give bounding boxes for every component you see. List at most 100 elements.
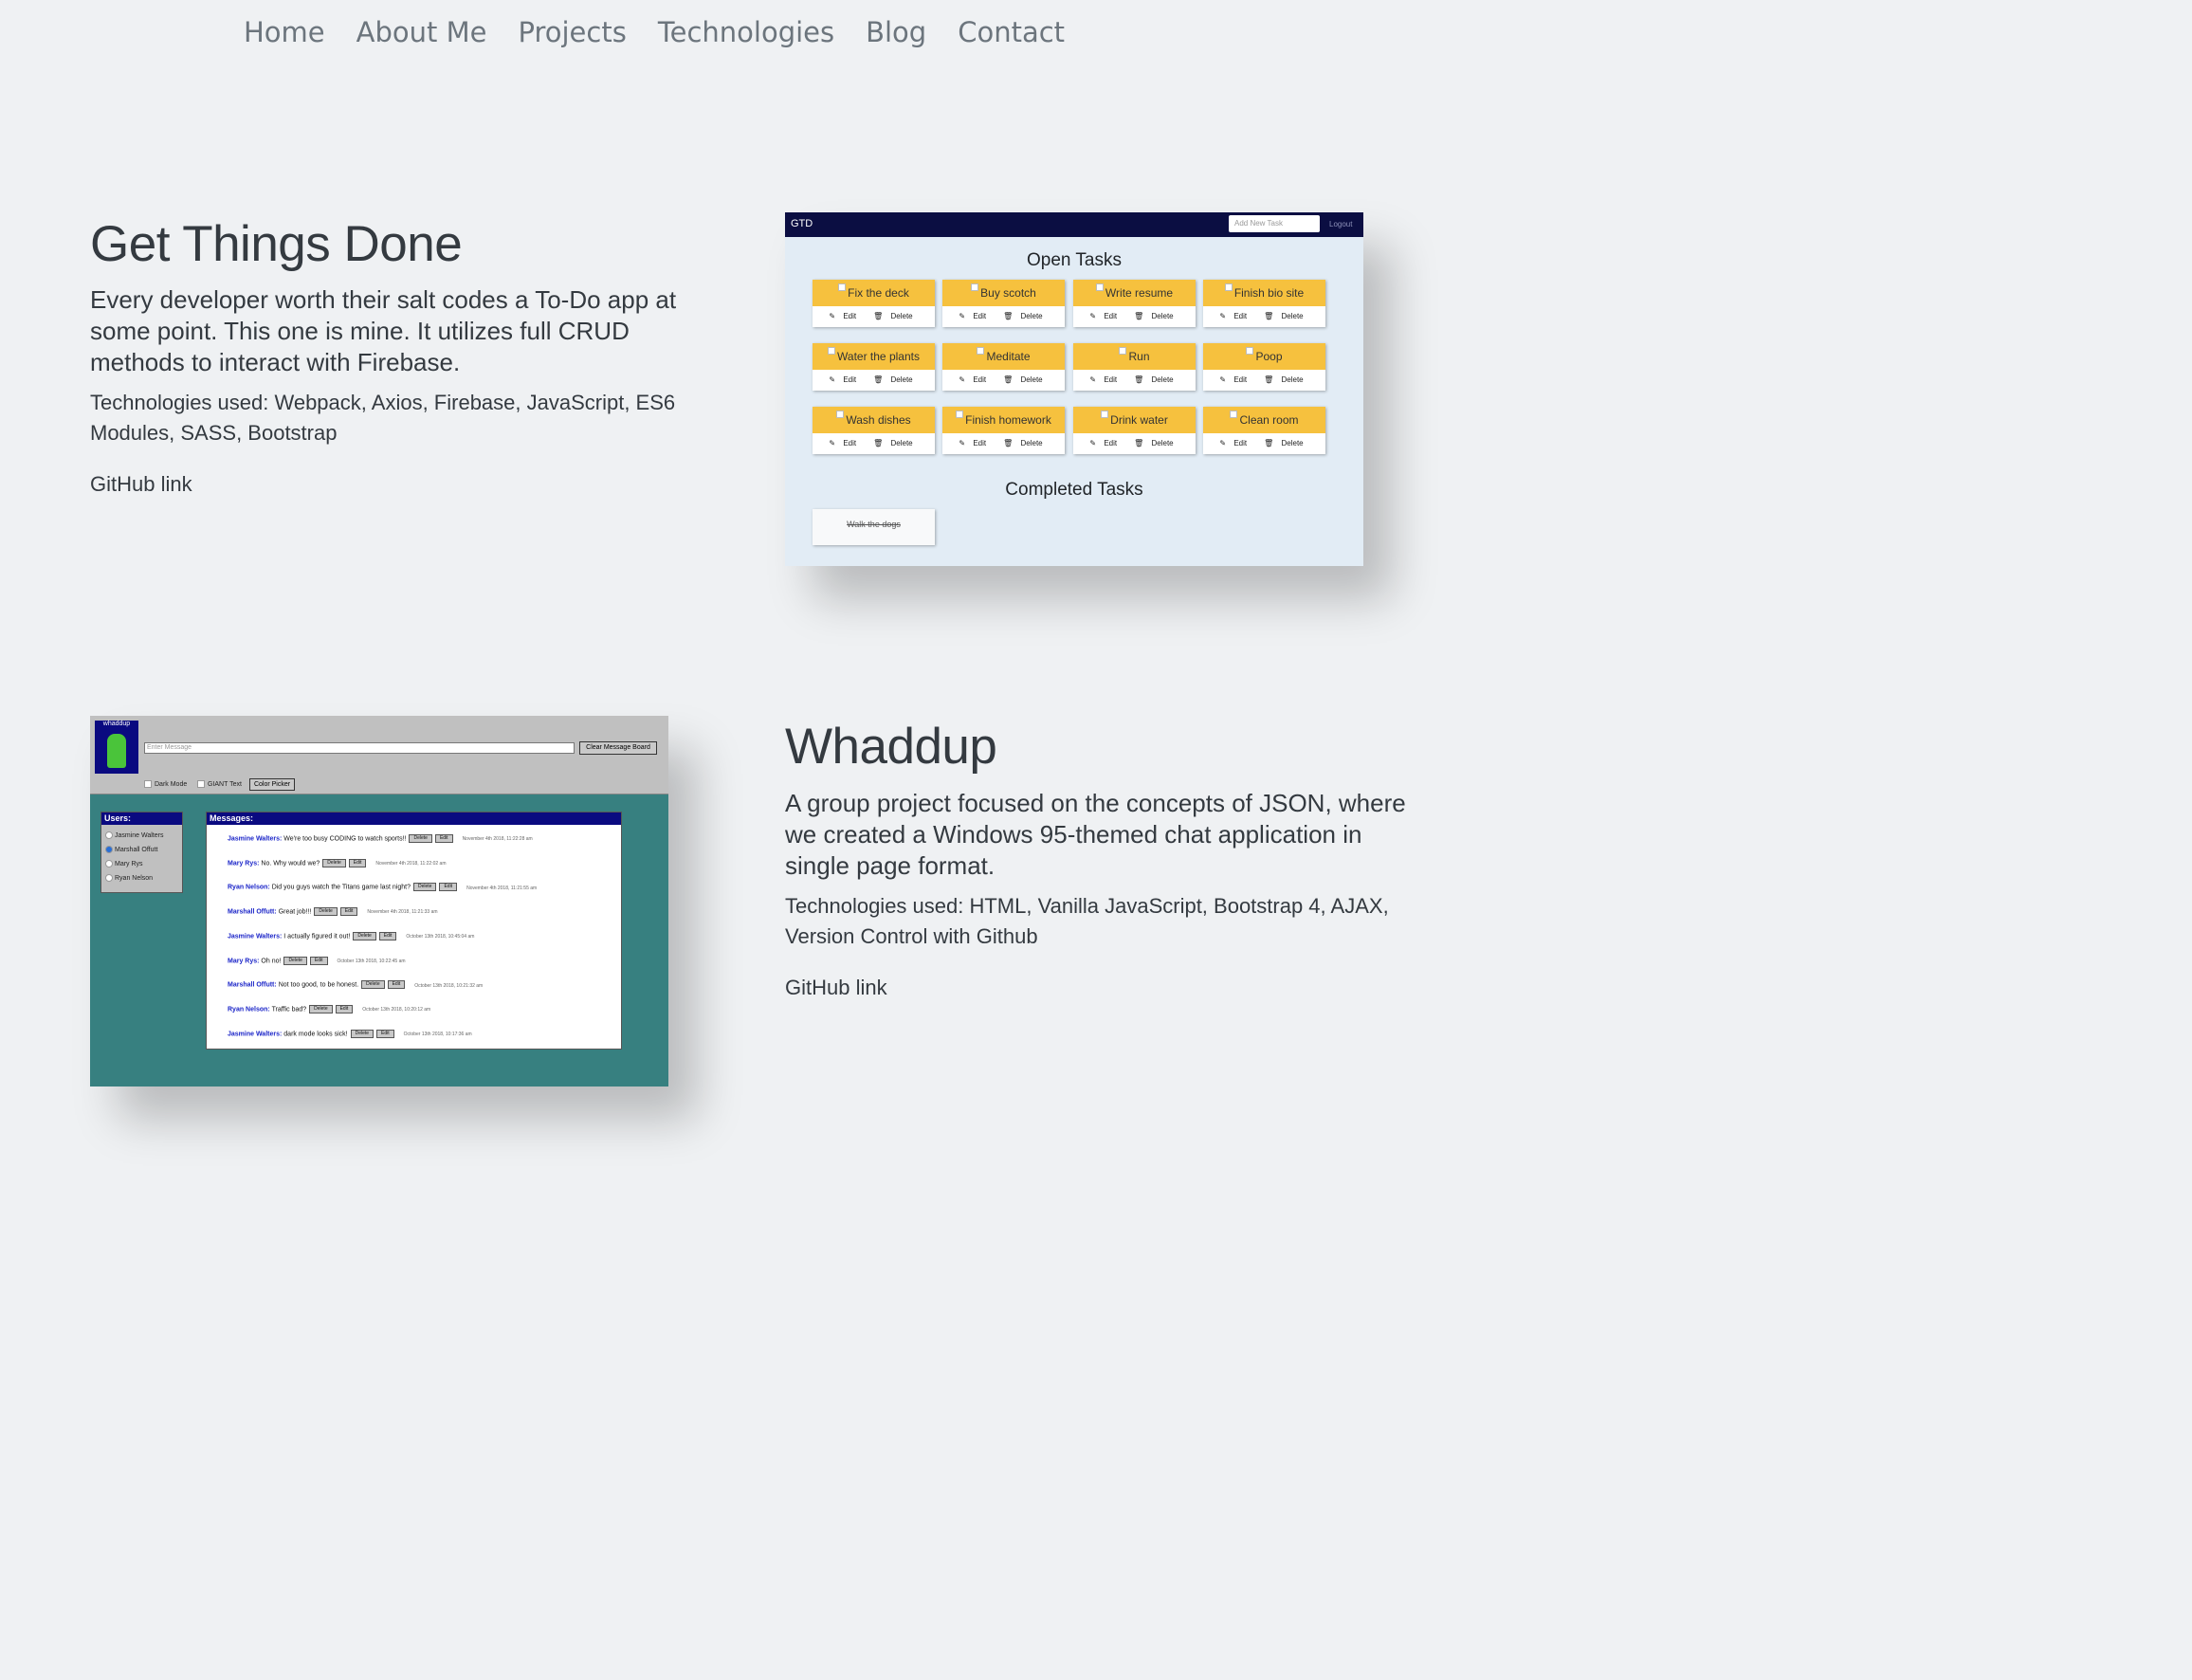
frog-icon: [107, 734, 126, 768]
message-user: Jasmine Walters:: [228, 933, 283, 940]
message-timestamp: October 13th 2018, 10:21:32 am: [414, 982, 484, 989]
whaddup-message: Jasmine Walters: I actually figured it o…: [228, 931, 475, 940]
nav-home-link[interactable]: Home: [244, 13, 325, 55]
gtd-logout-link: Logout: [1329, 220, 1353, 228]
message-user: Jasmine Walters:: [228, 835, 283, 843]
nav-projects-link[interactable]: Projects: [518, 13, 626, 55]
message-edit-button: Edit: [335, 1004, 354, 1013]
gtd-edit-button: ✎ Edit: [829, 439, 857, 447]
gtd-task-card: Clean room ✎ Edit 🗑 Delete: [1203, 407, 1325, 454]
gtd-task-card: Poop ✎ Edit 🗑 Delete: [1203, 343, 1325, 391]
checkbox-icon: [977, 347, 985, 355]
radio-icon: [105, 831, 113, 840]
message-timestamp: November 4th 2018, 11:22:28 am: [462, 836, 533, 843]
project-description: A group project focused on the concepts …: [785, 789, 1406, 880]
project-title: Get Things Done: [90, 216, 463, 272]
nav-about-link[interactable]: About Me: [356, 13, 487, 55]
whaddup-users-panel: Users: Jasmine Walters Marshall Offutt Mar…: [100, 812, 183, 893]
gtd-task-actions: ✎ Edit 🗑 Delete: [1073, 306, 1196, 327]
message-timestamp: October 13th 2018, 10:17:36 am: [403, 1031, 472, 1037]
whaddup-message: Jasmine Walters: We're too busy CODING t…: [228, 834, 533, 843]
message-user: Marshall Offutt:: [228, 981, 277, 989]
message-text: Did you guys watch the Titans game last …: [271, 884, 411, 891]
gtd-delete-button: 🗑 Delete: [1134, 375, 1174, 384]
message-user: Mary Rys:: [228, 957, 260, 964]
main-nav: Home About Me Projects Technologies Blog…: [244, 13, 1096, 55]
whaddup-user-radio: Marshall Offutt: [101, 843, 182, 857]
whaddup-message: Mary Rys: Oh no! Delete Edit October 13th 2…: [228, 956, 406, 965]
gtd-navbar: GTD Add New Task Logout: [785, 212, 1363, 237]
whaddup-users-heading: Users:: [101, 813, 182, 825]
gtd-task-card: Write resume ✎ Edit 🗑 Delete: [1073, 280, 1196, 327]
radio-icon: [105, 846, 113, 854]
gtd-delete-button: 🗑 Delete: [1264, 375, 1304, 384]
message-edit-button: Edit: [434, 834, 453, 843]
github-link[interactable]: GitHub link: [785, 976, 887, 1000]
message-timestamp: November 4th 2018, 11:22:02 am: [375, 861, 447, 867]
whaddup-message: Mary Rys: No. Why would we? Delete Edit Nov…: [228, 858, 447, 867]
gtd-edit-button: ✎ Edit: [1089, 312, 1118, 320]
message-delete-button: Delete: [413, 883, 437, 892]
project-technologies: Technologies used: HTML, Vanilla JavaScr…: [785, 894, 1389, 948]
message-delete-button: Delete: [350, 1029, 374, 1038]
message-timestamp: November 4th 2018, 11:21:55 am: [466, 885, 538, 891]
gtd-completed-task: Walk the dogs: [813, 509, 935, 545]
message-timestamp: October 13th 2018, 10:22:45 am: [337, 958, 406, 964]
message-edit-button: Edit: [439, 883, 458, 892]
whaddup-message: Marshall Offutt: Great job!!! Delete Edit N…: [228, 907, 438, 917]
whaddup-toolbar: whaddup Enter Message Clear Message Boar…: [90, 716, 668, 794]
message-edit-button: Edit: [309, 956, 328, 965]
github-link[interactable]: GitHub link: [90, 472, 192, 497]
message-timestamp: October 13th 2018, 10:45:04 am: [406, 934, 475, 940]
whaddup-messages-heading: Messages:: [207, 813, 621, 825]
gtd-task-card: Finish homework ✎ Edit 🗑 Delete: [942, 407, 1065, 454]
message-text: Traffic bad?: [271, 1006, 307, 1013]
gtd-task-card: Water the plants ✎ Edit 🗑 Delete: [813, 343, 935, 391]
nav-technologies-link[interactable]: Technologies: [658, 13, 834, 55]
whaddup-message: Ryan Nelson: Did you guys watch the Tita…: [228, 883, 538, 892]
nav-contact-link[interactable]: Contact: [958, 13, 1065, 55]
whaddup-message: Jasmine Walters: dark mode looks sick! De…: [228, 1029, 472, 1038]
gtd-task-card: Drink water ✎ Edit 🗑 Delete: [1073, 407, 1196, 454]
gtd-task-title: Meditate: [942, 343, 1065, 370]
message-edit-button: Edit: [376, 1029, 394, 1038]
gtd-edit-button: ✎ Edit: [1219, 375, 1248, 384]
gtd-delete-button: 🗑 Delete: [873, 439, 913, 447]
gtd-delete-button: 🗑 Delete: [1134, 312, 1174, 320]
gtd-task-card: Fix the deck ✎ Edit 🗑 Delete: [813, 280, 935, 327]
nav-blog-link[interactable]: Blog: [866, 13, 926, 55]
gtd-task-title: Clean room: [1203, 407, 1325, 433]
gtd-delete-button: 🗑 Delete: [1264, 312, 1304, 320]
message-delete-button: Delete: [309, 1004, 333, 1013]
message-delete-button: Delete: [409, 834, 432, 843]
message-text: Oh no!: [261, 957, 282, 964]
gtd-task-title: Wash dishes: [813, 407, 935, 433]
gtd-task-actions: ✎ Edit 🗑 Delete: [1073, 370, 1196, 391]
message-delete-button: Delete: [361, 980, 385, 990]
gtd-edit-button: ✎ Edit: [959, 312, 987, 320]
radio-icon: [105, 874, 113, 883]
checkbox-icon: [1246, 347, 1254, 355]
checkbox-icon: [1224, 283, 1233, 291]
message-text: dark mode looks sick!: [283, 1030, 348, 1037]
whaddup-user-radio: Ryan Nelson: [101, 871, 182, 886]
checkbox-icon: [956, 411, 964, 418]
gtd-task-title: Drink water: [1073, 407, 1196, 433]
message-delete-button: Delete: [283, 956, 307, 965]
project-technologies: Technologies used: Webpack, Axios, Fireb…: [90, 391, 676, 445]
message-user: Jasmine Walters:: [228, 1030, 283, 1037]
message-delete-button: Delete: [353, 931, 376, 940]
whaddup-giant-text-checkbox: GIANT Text: [197, 780, 242, 788]
gtd-edit-button: ✎ Edit: [1219, 312, 1248, 320]
gtd-delete-button: 🗑 Delete: [873, 375, 913, 384]
message-text: Great job!!!: [278, 908, 312, 916]
message-edit-button: Edit: [387, 980, 406, 990]
gtd-task-title: Water the plants: [813, 343, 935, 370]
message-edit-button: Edit: [339, 907, 358, 917]
message-user: Marshall Offutt:: [228, 908, 277, 916]
whaddup-user-list: Jasmine Walters Marshall Offutt Mary Rys Ry…: [101, 825, 182, 886]
gtd-task-actions: ✎ Edit 🗑 Delete: [942, 306, 1065, 327]
gtd-task-card: Finish bio site ✎ Edit 🗑 Delete: [1203, 280, 1325, 327]
whaddup-message: Ryan Nelson: Traffic bad? Delete Edit Octob…: [228, 1004, 430, 1013]
whaddup-screenshot: whaddup Enter Message Clear Message Boar…: [90, 716, 668, 1087]
